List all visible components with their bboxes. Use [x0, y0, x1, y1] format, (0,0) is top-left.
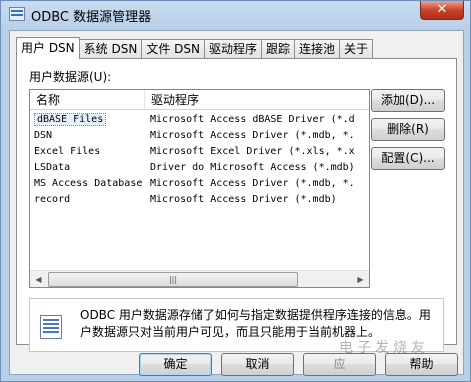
item-driver: Driver do Microsoft Access (*.mdb)	[150, 162, 355, 173]
list-rows: dBASE Files Microsoft Access dBASE Drive…	[30, 112, 369, 208]
item-driver: Microsoft Access Driver (*.mdb, *.	[150, 130, 355, 141]
list-item[interactable]: dBASE Files Microsoft Access dBASE Drive…	[30, 112, 369, 128]
data-source-list[interactable]: 名称 驱动程序 dBASE Files Microsoft Access dBA…	[29, 89, 370, 288]
item-driver: Microsoft Access dBASE Driver (*.d	[150, 114, 355, 125]
item-name: Excel Files	[34, 146, 101, 157]
item-driver: Microsoft Excel Driver (*.xls, *.x	[150, 146, 355, 157]
window-title: ODBC 数据源管理器	[31, 10, 152, 25]
tab-tracing[interactable]: 跟踪	[260, 39, 295, 59]
scroll-thumb[interactable]: |||	[48, 272, 298, 287]
help-button[interactable]: 帮助	[385, 353, 458, 376]
close-button[interactable]: ✕	[420, 1, 464, 20]
add-button[interactable]: 添加(D)...	[371, 89, 445, 112]
ok-button[interactable]: 确定	[139, 353, 212, 376]
remove-button[interactable]: 删除(R)	[371, 118, 445, 141]
dialog-body: 用户 DSN 系统 DSN 文件 DSN 驱动程序 跟踪 连接池 关于 用户数据…	[9, 30, 464, 376]
scroll-right-icon[interactable]: ▶	[352, 271, 369, 287]
grip-icon: |||	[168, 275, 178, 284]
item-name: dBASE Files	[34, 113, 107, 126]
list-item[interactable]: DSN Microsoft Access Driver (*.mdb, *.	[30, 128, 369, 144]
list-item[interactable]: Excel Files Microsoft Excel Driver (*.xl…	[30, 144, 369, 160]
tab-file-dsn[interactable]: 文件 DSN	[141, 39, 205, 59]
list-item[interactable]: MS Access Database Microsoft Access Driv…	[30, 176, 369, 192]
list-item[interactable]: LSData Driver do Microsoft Access (*.mdb…	[30, 160, 369, 176]
configure-button[interactable]: 配置(C)...	[371, 147, 445, 170]
item-name: LSData	[34, 162, 71, 173]
list-item[interactable]: record Microsoft Access Driver (*.mdb)	[30, 192, 369, 208]
tab-about[interactable]: 关于	[339, 39, 374, 59]
column-header-name[interactable]: 名称	[30, 90, 145, 110]
item-name: MS Access Database	[34, 178, 143, 189]
list-header: 名称 驱动程序	[30, 90, 369, 110]
horizontal-scrollbar[interactable]: ◀ ||| ▶	[30, 270, 369, 287]
column-header-driver[interactable]: 驱动程序	[145, 90, 369, 110]
info-box: ODBC 用户数据源存储了如何与指定数据提供程序连接的信息。用户数据源只对当前用…	[29, 298, 444, 352]
data-source-icon	[40, 315, 62, 339]
title-bar[interactable]: ODBC 数据源管理器 ✕	[1, 1, 470, 29]
user-data-sources-label: 用户数据源(U):	[29, 70, 112, 84]
odbc-window: ODBC 数据源管理器 ✕ 用户 DSN 系统 DSN 文件 DSN 驱动程序 …	[0, 0, 471, 382]
odbc-app-icon	[9, 7, 25, 21]
tab-strip: 用户 DSN 系统 DSN 文件 DSN 驱动程序 跟踪 连接池 关于	[16, 37, 374, 59]
tab-connection-pooling[interactable]: 连接池	[294, 39, 341, 59]
item-name: record	[34, 194, 71, 205]
close-icon: ✕	[436, 2, 448, 17]
tab-user-dsn[interactable]: 用户 DSN	[16, 37, 80, 59]
tab-system-dsn[interactable]: 系统 DSN	[78, 39, 143, 59]
apply-button[interactable]: 应	[303, 353, 376, 376]
item-name: DSN	[34, 130, 53, 141]
item-driver: Microsoft Access Driver (*.mdb, *.	[150, 178, 355, 189]
info-text: ODBC 用户数据源存储了如何与指定数据提供程序连接的信息。用户数据源只对当前用…	[80, 308, 431, 339]
item-driver: Microsoft Access Driver (*.mdb)	[150, 194, 337, 205]
cancel-button[interactable]: 取消	[221, 353, 294, 376]
user-dsn-panel: 用户数据源(U): 名称 驱动程序 dBASE Files Microsoft …	[16, 58, 457, 352]
scroll-left-icon[interactable]: ◀	[30, 271, 47, 287]
tab-drivers[interactable]: 驱动程序	[203, 39, 262, 59]
